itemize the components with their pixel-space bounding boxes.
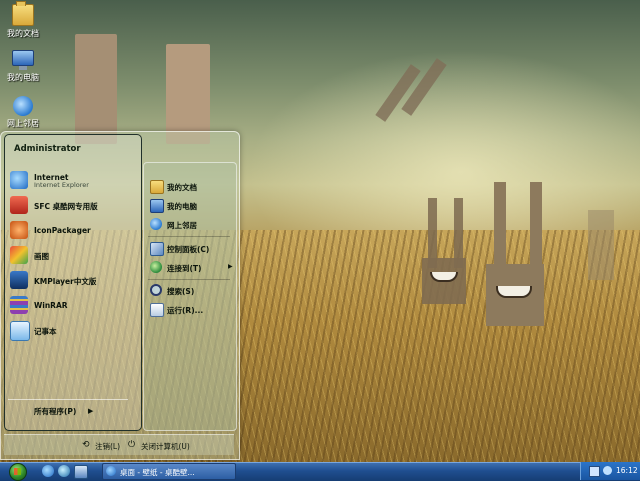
desktop-icon-network-places[interactable]: 网上邻居: [0, 96, 46, 129]
program-iconpackager[interactable]: IconPackager: [10, 220, 130, 242]
folder-icon: [12, 1, 34, 26]
program-internet[interactable]: Internet Internet Explorer: [10, 170, 130, 192]
program-winrar[interactable]: WinRAR: [10, 295, 130, 317]
place-network[interactable]: 网上邻居: [150, 216, 234, 234]
program-kmplayer[interactable]: KMPlayer中文版: [10, 270, 130, 292]
volume-icon[interactable]: [603, 466, 612, 475]
logoff-icon: ⟲: [82, 440, 90, 450]
network-status-icon[interactable]: [589, 466, 600, 477]
power-icon: ⏻: [128, 440, 136, 450]
folder-icon: [150, 180, 164, 194]
chevron-right-icon: ▶: [228, 263, 233, 270]
desktop-icon-my-documents[interactable]: 我的文档: [0, 1, 46, 39]
chevron-right-icon: ▶: [88, 407, 94, 415]
menu-separator: [148, 279, 230, 280]
winrar-icon: [10, 296, 28, 314]
internet-explorer-icon: [10, 171, 28, 189]
place-my-computer[interactable]: 我的电脑: [150, 197, 234, 215]
kmplayer-icon: [10, 271, 28, 289]
computer-icon: [12, 50, 34, 70]
program-notepad[interactable]: 记事本: [10, 320, 130, 342]
internet-explorer-icon[interactable]: [42, 465, 54, 477]
control-panel-icon: [150, 242, 164, 256]
start-button[interactable]: [3, 462, 31, 481]
notepad-icon: [10, 321, 30, 341]
user-name: Administrator: [14, 144, 81, 154]
paint-icon: [10, 246, 28, 264]
iconpackager-icon: [10, 221, 28, 239]
network-icon: [13, 96, 33, 116]
connect-to-icon: [150, 261, 162, 273]
show-desktop-icon[interactable]: [74, 465, 88, 479]
search-icon: [150, 284, 162, 296]
clock[interactable]: 16:12: [616, 466, 638, 475]
all-programs-button[interactable]: 所有程序(P): [34, 406, 76, 417]
media-player-icon[interactable]: [58, 465, 70, 477]
search-item[interactable]: 搜索(S): [150, 282, 234, 300]
sfc-icon: [10, 196, 28, 214]
all-programs-separator: [8, 399, 128, 400]
desktop-icon-my-computer[interactable]: 我的电脑: [0, 50, 46, 83]
place-my-documents[interactable]: 我的文档: [150, 178, 234, 196]
control-panel-item[interactable]: 控制面板(C): [150, 240, 234, 258]
menu-separator: [148, 236, 230, 237]
run-icon: [150, 303, 164, 317]
taskbar-window-button[interactable]: 桌面 - 壁纸 - 桌酷壁...: [102, 463, 236, 480]
taskbar: [0, 462, 640, 481]
run-item[interactable]: 运行(R)...: [150, 301, 234, 319]
computer-icon: [150, 199, 164, 213]
connect-to-item[interactable]: 连接到(T): [150, 259, 234, 277]
program-paint[interactable]: 画图: [10, 245, 130, 267]
program-sfc[interactable]: SFC 桌酷网专用版: [10, 195, 130, 217]
internet-explorer-icon: [106, 466, 116, 476]
windows-start-icon: [9, 463, 27, 481]
network-icon: [150, 218, 162, 230]
